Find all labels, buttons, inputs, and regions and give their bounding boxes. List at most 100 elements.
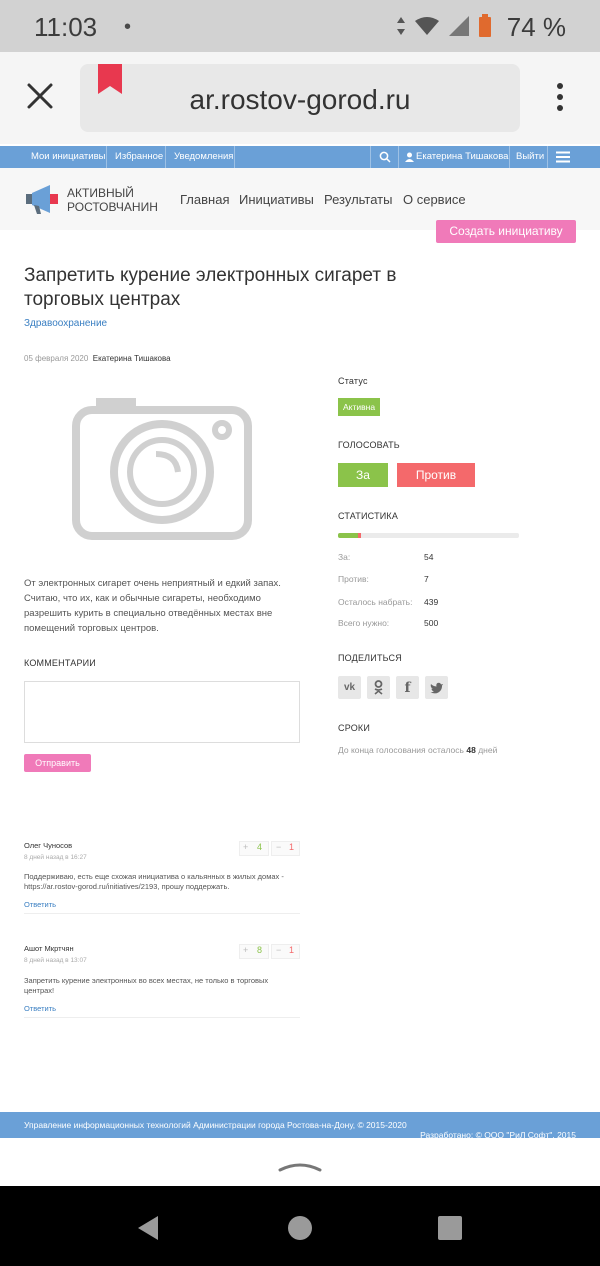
deadline-text: До конца голосования осталось 48 дней: [338, 745, 497, 755]
browser-toolbar: ar.rostov-gorod.ru: [0, 52, 600, 144]
comment-date: 8 дней назад в 16:27: [24, 854, 87, 861]
downvote-count: 1: [289, 842, 295, 852]
recents-icon[interactable]: [437, 1215, 463, 1241]
divider: [398, 146, 399, 168]
stat-total-value: 500: [424, 618, 439, 628]
camera-placeholder-icon: [72, 398, 252, 540]
hamburger-menu-icon[interactable]: [556, 151, 570, 163]
comment-textarea[interactable]: [24, 681, 300, 743]
submit-comment-button[interactable]: Отправить: [24, 754, 91, 772]
nav-about[interactable]: О сервисе: [403, 192, 466, 207]
site-footer: Управление информационных технологий Адм…: [0, 1112, 600, 1140]
footer-copyright: Управление информационных технологий Адм…: [24, 1120, 407, 1130]
browser-menu-icon[interactable]: [553, 82, 567, 112]
divider: [509, 146, 510, 168]
stat-for-value: 54: [424, 552, 434, 562]
vote-for-button[interactable]: За: [338, 463, 388, 487]
downvote-control[interactable]: − 1: [271, 841, 300, 856]
divider: [234, 146, 235, 168]
close-tab-icon[interactable]: [26, 82, 54, 110]
divider: [24, 913, 300, 914]
url-text: ar.rostov-gorod.ru: [189, 84, 411, 115]
initiative-title: Запретить курение электронных сигарет в …: [24, 265, 397, 310]
chevron-up-icon[interactable]: [278, 1160, 322, 1172]
downvote-count: 1: [289, 945, 295, 955]
author-link[interactable]: Екатерина Тишакова: [93, 354, 171, 363]
favorites-link[interactable]: Избранное: [115, 151, 163, 162]
stat-remaining-label: Осталось набрать:: [338, 597, 413, 607]
battery-percent: 74 %: [506, 12, 566, 42]
divider: [165, 146, 166, 168]
minus-icon: −: [276, 945, 282, 955]
brand-line1: АКТИВНЫЙ: [67, 186, 134, 200]
browser-bottom-bar: [0, 1138, 600, 1186]
stat-against-label: Против:: [338, 574, 369, 584]
comment-date: 8 дней назад в 13:07: [24, 957, 87, 964]
facebook-icon[interactable]: f: [396, 676, 419, 699]
stat-total-label: Всего нужно:: [338, 618, 390, 628]
comment-text: Поддерживаю, есть еще схожая инициатива …: [24, 872, 284, 891]
divider: [370, 146, 371, 168]
comment-author: Олег Чуносов: [24, 841, 73, 850]
stat-for-label: За:: [338, 552, 351, 562]
nav-initiatives[interactable]: Инициативы: [239, 192, 314, 207]
divider: [547, 146, 548, 168]
battery-icon: [479, 14, 491, 37]
notifications-link[interactable]: Уведомления: [174, 151, 233, 162]
vote-progress-bar: [338, 533, 519, 538]
my-initiatives-link[interactable]: Мои инициативы: [31, 151, 105, 162]
home-icon[interactable]: [287, 1215, 313, 1241]
brand-name[interactable]: АКТИВНЫЙ РОСТОВЧАНИН: [67, 186, 158, 214]
create-initiative-button[interactable]: Создать инициативу: [436, 220, 576, 243]
user-icon: [405, 152, 414, 162]
downvote-control[interactable]: − 1: [271, 944, 300, 959]
wifi-icon: [415, 17, 439, 35]
status-badge: Активна: [338, 398, 381, 416]
data-arrows-icon: [397, 17, 405, 35]
minus-icon: −: [276, 842, 282, 852]
clock: 11:03: [34, 12, 98, 42]
vote-against-button[interactable]: Против: [397, 463, 475, 487]
meta-line: 05 февраля 2020 Екатерина Тишакова: [24, 354, 171, 363]
upvote-count: 8: [257, 945, 263, 955]
vk-icon[interactable]: vk: [338, 676, 361, 699]
category-link[interactable]: Здравоохранение: [24, 318, 107, 329]
deadline-heading: СРОКИ: [338, 723, 371, 733]
comment-author: Ашот Мкртчян: [24, 944, 74, 953]
publish-date: 05 февраля 2020: [24, 354, 89, 363]
brand-line2: РОСТОВЧАНИН: [67, 200, 158, 214]
url-bar[interactable]: ar.rostov-gorod.ru: [80, 64, 520, 132]
notification-dot: •: [124, 16, 132, 38]
nav-results[interactable]: Результаты: [324, 192, 392, 207]
progress-against: [358, 533, 361, 538]
signal-icon: [449, 16, 469, 36]
odnoklassniki-icon[interactable]: [367, 676, 390, 699]
status-icons: [396, 14, 492, 38]
logout-link[interactable]: Выйти: [516, 151, 544, 162]
upvote-control[interactable]: + 4: [239, 841, 269, 856]
stats-heading: СТАТИСТИКА: [338, 511, 399, 521]
site-topbar: Мои инициативы Избранное Уведомления Ека…: [0, 146, 600, 168]
megaphone-logo-icon[interactable]: [24, 184, 60, 216]
status-heading: Статус: [338, 376, 368, 386]
progress-for: [338, 533, 358, 538]
upvote-count: 4: [257, 842, 263, 852]
deadline-prefix: До конца голосования осталось: [338, 745, 464, 755]
back-icon[interactable]: [136, 1215, 160, 1241]
stat-against-value: 7: [424, 574, 429, 584]
reply-link[interactable]: Ответить: [24, 1004, 56, 1013]
user-name-link[interactable]: Екатерина Тишакова: [416, 151, 508, 162]
twitter-icon[interactable]: [425, 676, 448, 699]
plus-icon: +: [243, 842, 249, 852]
stat-remaining-value: 439: [424, 597, 439, 607]
vote-heading: ГОЛОСОВАТЬ: [338, 440, 400, 450]
plus-icon: +: [243, 945, 249, 955]
reply-link[interactable]: Ответить: [24, 900, 56, 909]
upvote-control[interactable]: + 8: [239, 944, 269, 959]
status-bar: 11:03 • 74 %: [0, 0, 600, 52]
search-icon[interactable]: [379, 151, 391, 163]
android-nav-bar: [0, 1186, 600, 1266]
divider: [106, 146, 107, 168]
deadline-days: 48: [466, 745, 476, 755]
nav-home[interactable]: Главная: [180, 192, 229, 207]
